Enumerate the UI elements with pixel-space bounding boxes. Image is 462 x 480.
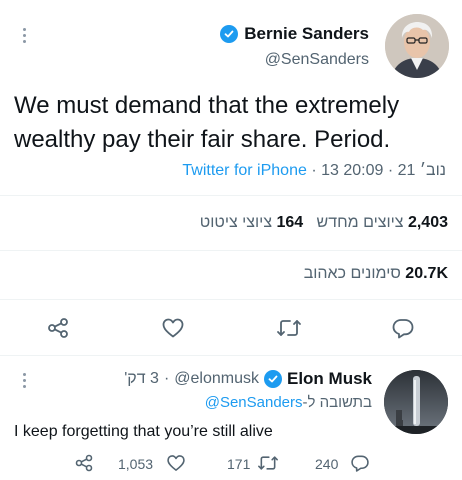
retweet-icon[interactable] bbox=[276, 316, 302, 340]
retweet-icon[interactable] bbox=[257, 453, 279, 473]
quotes-count: 164 bbox=[276, 214, 304, 231]
verified-badge-icon bbox=[263, 370, 282, 388]
reply-author-avatar[interactable] bbox=[384, 370, 448, 434]
verified-badge-icon bbox=[220, 25, 239, 43]
reply-time-ago[interactable]: 3 דק' bbox=[124, 370, 159, 388]
retweets-stat[interactable]: 2,403 ציוצים מחדש bbox=[312, 214, 448, 231]
tweet-time[interactable]: 20:09 bbox=[343, 162, 383, 179]
main-author-handle[interactable]: @SenSanders bbox=[220, 51, 369, 69]
retweets-quotes-stats: 2,403 ציוצים מחדש 164 ציוצי ציטוט bbox=[200, 214, 448, 232]
retweets-count: 2,403 bbox=[407, 214, 448, 231]
reply-tweet-text: I keep forgetting that you’re still aliv… bbox=[14, 423, 273, 440]
replying-prefix: בתשובה ל- bbox=[302, 394, 372, 411]
retweets-label: ציוצים מחדש bbox=[316, 214, 404, 231]
meta-separator: · bbox=[387, 162, 394, 179]
main-author-name[interactable]: Bernie Sanders bbox=[244, 24, 369, 44]
heart-icon[interactable] bbox=[166, 453, 186, 473]
tweet-source-link[interactable]: Twitter for iPhone bbox=[182, 162, 307, 179]
quotes-label: ציוצי ציטוט bbox=[199, 214, 273, 231]
meta-separator: · bbox=[163, 370, 170, 387]
tweet-date[interactable]: 13 נוב׳ 21 bbox=[321, 162, 446, 179]
reply-retweets-count: 171 bbox=[227, 456, 251, 472]
reply-replies-count: 240 bbox=[315, 456, 339, 472]
main-author-block: Bernie Sanders @SenSanders bbox=[220, 24, 369, 69]
more-options-icon[interactable] bbox=[20, 28, 28, 46]
main-tweet-text: We must demand that the extremely wealth… bbox=[14, 92, 400, 153]
likes-label: סימונים כאהוב bbox=[303, 265, 401, 282]
reply-icon[interactable] bbox=[350, 453, 370, 473]
main-author-avatar[interactable] bbox=[385, 14, 449, 78]
reply-icon[interactable] bbox=[391, 316, 415, 340]
share-icon[interactable] bbox=[74, 453, 94, 473]
quotes-stat[interactable]: 164 ציוצי ציטוט bbox=[200, 214, 303, 231]
main-tweet-meta: Twitter for iPhone · 13 נוב׳ 21 · 20:09 bbox=[182, 162, 446, 180]
reply-author-name[interactable]: Elon Musk bbox=[287, 369, 372, 389]
reply-more-options-icon[interactable] bbox=[20, 373, 28, 391]
meta-separator: · bbox=[311, 162, 317, 179]
heart-icon[interactable] bbox=[161, 316, 185, 340]
likes-stat[interactable]: 20.7K סימונים כאהוב bbox=[304, 265, 448, 283]
divider bbox=[0, 195, 462, 196]
reply-likes-count: 1,053 bbox=[118, 456, 154, 472]
divider bbox=[0, 250, 462, 251]
share-icon[interactable] bbox=[46, 316, 70, 340]
reply-header: 3 דק' · @elonmusk Elon Musk bbox=[124, 369, 372, 389]
replying-to-handle[interactable]: @SenSanders bbox=[205, 394, 303, 411]
reply-author-handle[interactable]: @elonmusk bbox=[174, 370, 259, 388]
replying-to: בתשובה ל-@SenSanders bbox=[205, 394, 372, 411]
divider bbox=[0, 299, 462, 300]
divider bbox=[0, 355, 462, 356]
likes-count: 20.7K bbox=[405, 265, 448, 282]
